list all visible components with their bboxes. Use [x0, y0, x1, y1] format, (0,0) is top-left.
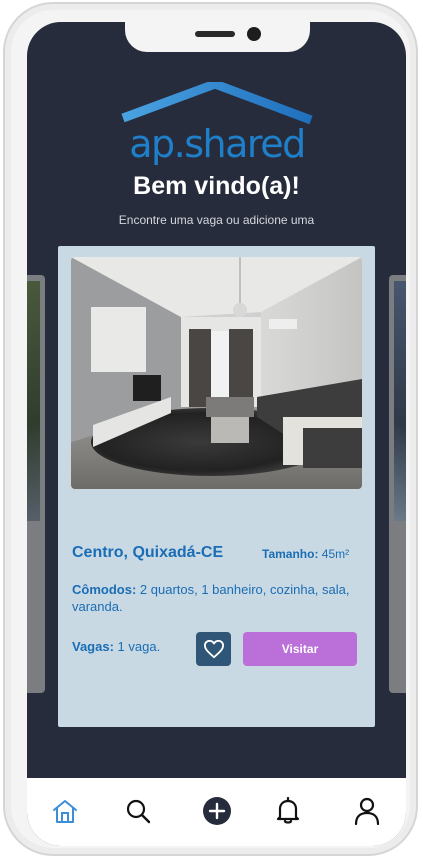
- tab-home[interactable]: [50, 796, 80, 826]
- previous-listing-photo: [27, 281, 40, 521]
- tab-notifications[interactable]: [273, 796, 303, 826]
- tab-search[interactable]: [123, 796, 153, 826]
- welcome-subtitle: Encontre uma vaga ou adicione uma: [118, 213, 315, 227]
- front-camera: [247, 27, 261, 41]
- search-icon: [126, 799, 151, 824]
- listing-card[interactable]: Centro, Quixadá-CE Tamanho: 45m² Cômodos…: [58, 246, 375, 727]
- app-screen: ap.shared Bem vindo(a)! Encontre uma vag…: [27, 22, 406, 846]
- app-logo: ap.shared: [121, 82, 313, 170]
- listing-spots: Vagas: 1 vaga.: [72, 639, 160, 654]
- next-listing-photo: [394, 281, 406, 521]
- spots-label: Vagas:: [72, 639, 114, 654]
- brand-name: ap.shared: [129, 122, 306, 166]
- size-label: Tamanho:: [262, 547, 319, 561]
- welcome-title: Bem vindo(a)!: [133, 172, 300, 200]
- heart-icon: [203, 639, 224, 659]
- listing-rooms: Cômodos: 2 quartos, 1 banheiro, cozinha,…: [72, 581, 362, 615]
- tab-profile[interactable]: [352, 796, 382, 826]
- listing-size: Tamanho: 45m²: [262, 547, 349, 561]
- spots-value: 1 vaga.: [117, 639, 161, 654]
- size-value: 45m²: [321, 547, 350, 561]
- visit-button[interactable]: Visitar: [243, 632, 357, 666]
- user-icon: [354, 797, 380, 825]
- tab-add[interactable]: [202, 796, 232, 826]
- add-circle-icon: [203, 797, 231, 825]
- next-listing-card[interactable]: [389, 275, 406, 693]
- phone-notch: [125, 22, 310, 52]
- previous-listing-card[interactable]: o,: [27, 275, 45, 693]
- phone-frame: ap.shared Bem vindo(a)! Encontre uma vag…: [3, 2, 418, 856]
- favorite-button[interactable]: [196, 632, 231, 666]
- listing-photo: [71, 257, 362, 489]
- home-icon: [53, 800, 77, 823]
- listing-title: Centro, Quixadá-CE: [72, 544, 224, 561]
- rooms-label: Cômodos:: [72, 582, 137, 597]
- bottom-tab-bar: [27, 778, 406, 846]
- speaker-grille: [195, 31, 235, 37]
- bell-icon: [276, 797, 300, 824]
